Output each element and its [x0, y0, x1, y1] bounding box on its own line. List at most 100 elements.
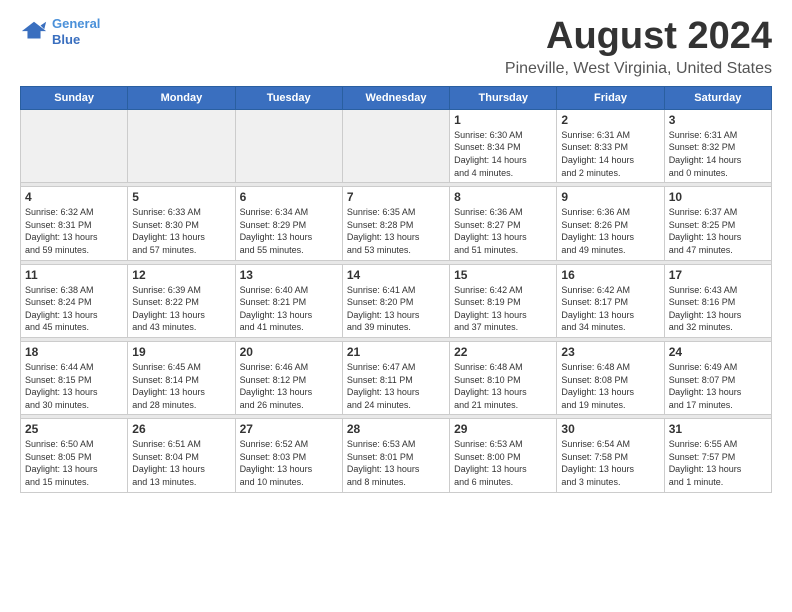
day-number: 2: [561, 113, 659, 127]
day-info: Sunrise: 6:53 AMSunset: 8:00 PMDaylight:…: [454, 438, 552, 488]
day-info: Sunrise: 6:42 AMSunset: 8:19 PMDaylight:…: [454, 284, 552, 334]
day-number: 5: [132, 190, 230, 204]
day-info: Sunrise: 6:40 AMSunset: 8:21 PMDaylight:…: [240, 284, 338, 334]
day-number: 24: [669, 345, 767, 359]
calendar-cell: 2Sunrise: 6:31 AMSunset: 8:33 PMDaylight…: [557, 109, 664, 182]
calendar-cell: 14Sunrise: 6:41 AMSunset: 8:20 PMDayligh…: [342, 264, 449, 337]
day-number: 29: [454, 422, 552, 436]
calendar-cell: 7Sunrise: 6:35 AMSunset: 8:28 PMDaylight…: [342, 187, 449, 260]
day-number: 25: [25, 422, 123, 436]
calendar-cell: 15 Sunrise: 6:42 AMSunset: 8:19 PMDayligh…: [450, 264, 557, 337]
calendar-cell: 19 Sunrise: 6:45 AMSunset: 8:14 PMDayligh…: [128, 341, 235, 414]
day-info: Sunrise: 6:54 AMSunset: 7:58 PMDaylight:…: [561, 438, 659, 488]
calendar-cell: 27 Sunrise: 6:52 AMSunset: 8:03 PMDayligh…: [235, 419, 342, 492]
day-number: 21: [347, 345, 445, 359]
weekday-header-saturday: Saturday: [664, 86, 771, 109]
day-info: Sunrise: 6:36 AMSunset: 8:26 PMDaylight:…: [561, 206, 659, 256]
day-number: 14: [347, 268, 445, 282]
logo-line2: Blue: [52, 32, 80, 47]
day-info: Sunrise: 6:52 AMSunset: 8:03 PMDaylight:…: [240, 438, 338, 488]
day-info: Sunrise: 6:47 AMSunset: 8:11 PMDaylight:…: [347, 361, 445, 411]
weekday-header-sunday: Sunday: [21, 86, 128, 109]
day-number: 27: [240, 422, 338, 436]
day-number: 1: [454, 113, 552, 127]
calendar-cell: 4 Sunrise: 6:32 AMSunset: 8:31 PMDaylight…: [21, 187, 128, 260]
day-info: Sunrise: 6:34 AMSunset: 8:29 PMDaylight:…: [240, 206, 338, 256]
day-info: Sunrise: 6:49 AMSunset: 8:07 PMDaylight:…: [669, 361, 767, 411]
day-number: 26: [132, 422, 230, 436]
day-info: Sunrise: 6:39 AMSunset: 8:22 PMDaylight:…: [132, 284, 230, 334]
calendar-cell: 26 Sunrise: 6:51 AMSunset: 8:04 PMDayligh…: [128, 419, 235, 492]
day-info: Sunrise: 6:37 AMSunset: 8:25 PMDaylight:…: [669, 206, 767, 256]
calendar-cell: [128, 109, 235, 182]
weekday-header-thursday: Thursday: [450, 86, 557, 109]
calendar-cell: 13Sunrise: 6:40 AMSunset: 8:21 PMDayligh…: [235, 264, 342, 337]
logo-bird-icon: [20, 18, 48, 46]
day-info: Sunrise: 6:44 AMSunset: 8:15 PMDaylight:…: [25, 361, 123, 411]
page-header: General Blue August 2024 Pineville, West…: [20, 16, 772, 78]
calendar-cell: 12 Sunrise: 6:39 AMSunset: 8:22 PMDayligh…: [128, 264, 235, 337]
calendar-cell: 5 Sunrise: 6:33 AMSunset: 8:30 PMDaylight…: [128, 187, 235, 260]
day-number: 10: [669, 190, 767, 204]
day-info: Sunrise: 6:35 AMSunset: 8:28 PMDaylight:…: [347, 206, 445, 256]
calendar-cell: 28 Sunrise: 6:53 AMSunset: 8:01 PMDayligh…: [342, 419, 449, 492]
day-number: 11: [25, 268, 123, 282]
day-info: Sunrise: 6:36 AMSunset: 8:27 PMDaylight:…: [454, 206, 552, 256]
day-number: 23: [561, 345, 659, 359]
day-info: Sunrise: 6:42 AMSunset: 8:17 PMDaylight:…: [561, 284, 659, 334]
day-info: Sunrise: 6:31 AMSunset: 8:32 PMDaylight:…: [669, 129, 767, 179]
weekday-header-monday: Monday: [128, 86, 235, 109]
day-info: Sunrise: 6:48 AMSunset: 8:10 PMDaylight:…: [454, 361, 552, 411]
location-title: Pineville, West Virginia, United States: [505, 60, 772, 78]
calendar-cell: 30 Sunrise: 6:54 AMSunset: 7:58 PMDayligh…: [557, 419, 664, 492]
calendar-cell: 25Sunrise: 6:50 AMSunset: 8:05 PMDayligh…: [21, 419, 128, 492]
logo-text: General Blue: [52, 16, 100, 47]
day-number: 22: [454, 345, 552, 359]
calendar-cell: [342, 109, 449, 182]
day-info: Sunrise: 6:46 AMSunset: 8:12 PMDaylight:…: [240, 361, 338, 411]
calendar-cell: 22 Sunrise: 6:48 AMSunset: 8:10 PMDayligh…: [450, 341, 557, 414]
day-number: 18: [25, 345, 123, 359]
day-info: Sunrise: 6:48 AMSunset: 8:08 PMDaylight:…: [561, 361, 659, 411]
day-info: Sunrise: 6:53 AMSunset: 8:01 PMDaylight:…: [347, 438, 445, 488]
day-info: Sunrise: 6:55 AMSunset: 7:57 PMDaylight:…: [669, 438, 767, 488]
day-number: 19: [132, 345, 230, 359]
calendar-cell: 23 Sunrise: 6:48 AMSunset: 8:08 PMDayligh…: [557, 341, 664, 414]
day-info: Sunrise: 6:51 AMSunset: 8:04 PMDaylight:…: [132, 438, 230, 488]
day-number: 3: [669, 113, 767, 127]
calendar-cell: 18 Sunrise: 6:44 AMSunset: 8:15 PMDayligh…: [21, 341, 128, 414]
day-number: 28: [347, 422, 445, 436]
calendar-cell: 16 Sunrise: 6:42 AMSunset: 8:17 PMDayligh…: [557, 264, 664, 337]
calendar-cell: 20 Sunrise: 6:46 AMSunset: 8:12 PMDayligh…: [235, 341, 342, 414]
calendar-cell: 17 Sunrise: 6:43 AMSunset: 8:16 PMDayligh…: [664, 264, 771, 337]
calendar-cell: 6 Sunrise: 6:34 AMSunset: 8:29 PMDaylight…: [235, 187, 342, 260]
calendar-cell: 11 Sunrise: 6:38 AMSunset: 8:24 PMDayligh…: [21, 264, 128, 337]
title-area: August 2024 Pineville, West Virginia, Un…: [505, 16, 772, 78]
month-title: August 2024: [505, 16, 772, 58]
day-number: 20: [240, 345, 338, 359]
calendar-cell: 24 Sunrise: 6:49 AMSunset: 8:07 PMDayligh…: [664, 341, 771, 414]
day-number: 9: [561, 190, 659, 204]
day-number: 8: [454, 190, 552, 204]
day-info: Sunrise: 6:38 AMSunset: 8:24 PMDaylight:…: [25, 284, 123, 334]
logo-line1: General: [52, 16, 100, 31]
day-number: 31: [669, 422, 767, 436]
calendar-cell: 31 Sunrise: 6:55 AMSunset: 7:57 PMDayligh…: [664, 419, 771, 492]
weekday-header-friday: Friday: [557, 86, 664, 109]
day-number: 15: [454, 268, 552, 282]
day-number: 16: [561, 268, 659, 282]
day-info: Sunrise: 6:43 AMSunset: 8:16 PMDaylight:…: [669, 284, 767, 334]
day-info: Sunrise: 6:45 AMSunset: 8:14 PMDaylight:…: [132, 361, 230, 411]
day-info: Sunrise: 6:32 AMSunset: 8:31 PMDaylight:…: [25, 206, 123, 256]
day-number: 6: [240, 190, 338, 204]
weekday-header-wednesday: Wednesday: [342, 86, 449, 109]
day-number: 17: [669, 268, 767, 282]
logo: General Blue: [20, 16, 100, 47]
day-number: 12: [132, 268, 230, 282]
calendar-cell: 3 Sunrise: 6:31 AMSunset: 8:32 PMDaylight…: [664, 109, 771, 182]
calendar-cell: [235, 109, 342, 182]
day-info: Sunrise: 6:33 AMSunset: 8:30 PMDaylight:…: [132, 206, 230, 256]
calendar-table: SundayMondayTuesdayWednesdayThursdayFrid…: [20, 86, 772, 493]
day-number: 30: [561, 422, 659, 436]
day-number: 4: [25, 190, 123, 204]
